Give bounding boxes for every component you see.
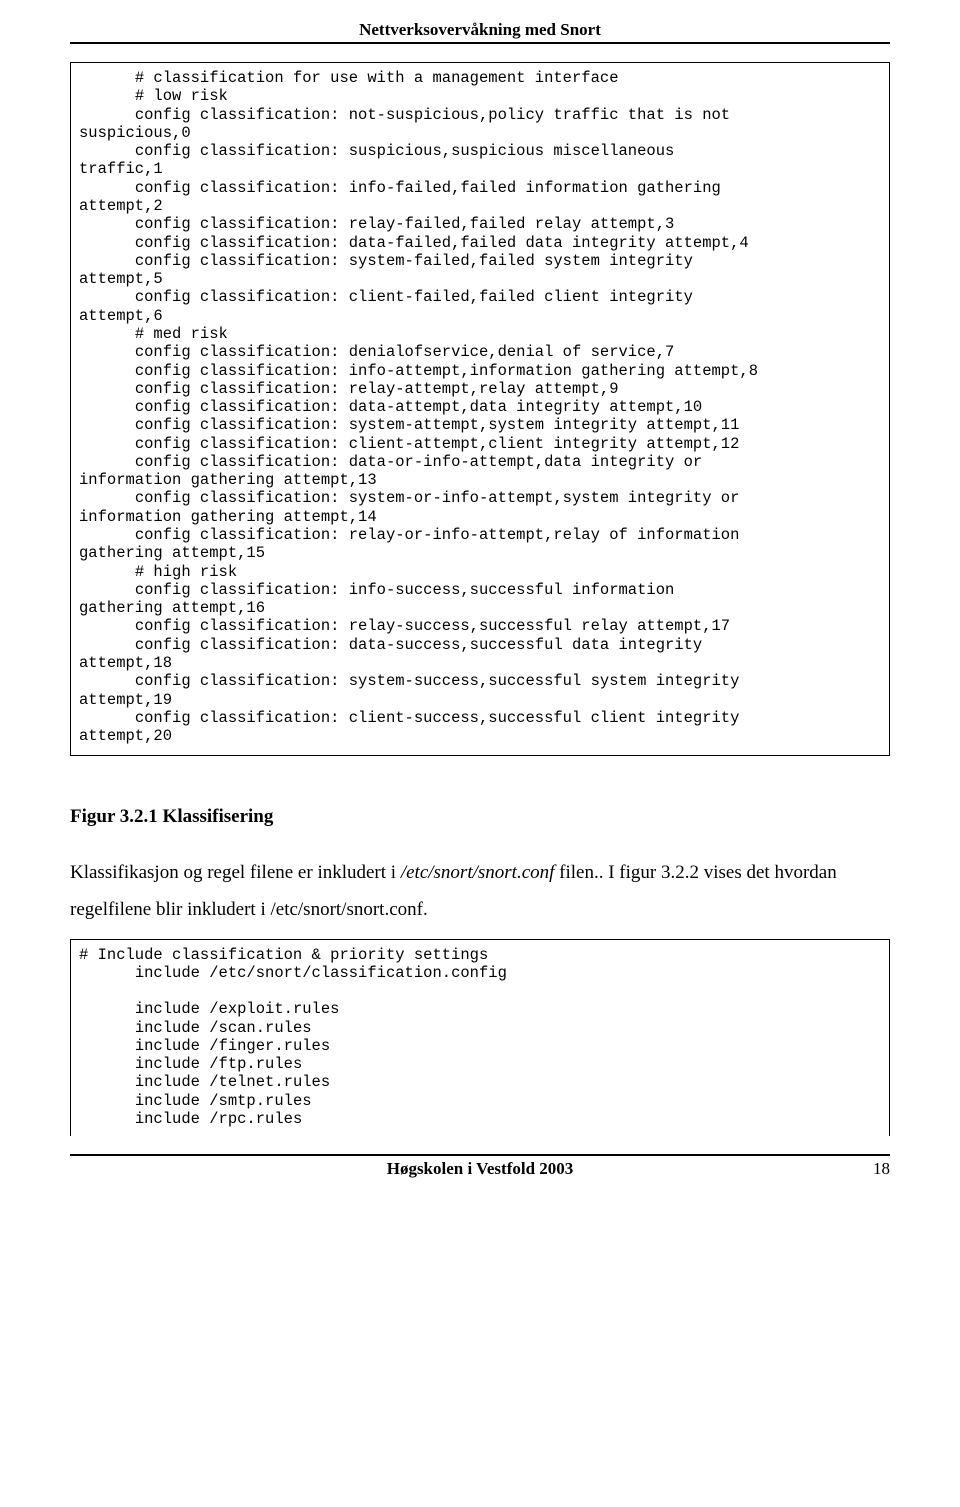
document-header: Nettverksovervåkning med Snort: [70, 20, 890, 44]
code-block-includes: # Include classification & priority sett…: [70, 939, 890, 1137]
page: Nettverksovervåkning med Snort # classif…: [0, 0, 960, 1216]
body-paragraph: Klassifikasjon og regel filene er inklud…: [70, 854, 890, 928]
code-block-classification: # classification for use with a manageme…: [70, 62, 890, 756]
paragraph-filepath-italic: /etc/snort/snort.conf: [401, 862, 555, 883]
paragraph-text-pre: Klassifikasjon og regel filene er inklud…: [70, 862, 401, 883]
footer-page-number: 18: [873, 1159, 890, 1179]
figure-heading: Figur 3.2.1 Klassifisering: [70, 806, 890, 828]
footer: Høgskolen i Vestfold 2003 18: [70, 1154, 890, 1186]
footer-center-text: Høgskolen i Vestfold 2003: [70, 1156, 890, 1179]
